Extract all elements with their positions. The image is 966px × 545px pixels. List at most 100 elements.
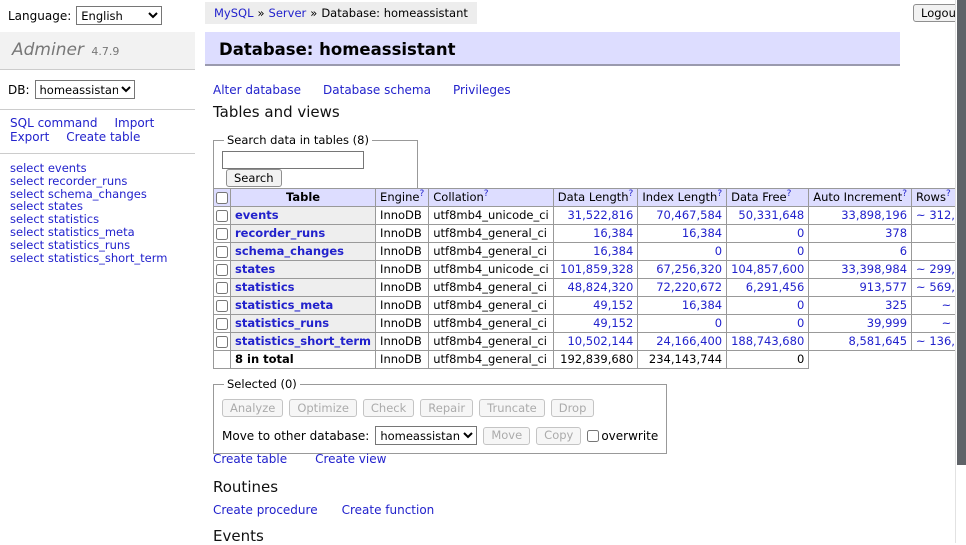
index-length-link[interactable]: 70,467,584 <box>656 208 722 222</box>
index-length-link[interactable]: 67,256,320 <box>656 262 722 276</box>
engine-cell: InnoDB <box>376 225 429 243</box>
create-link[interactable]: Create view <box>315 452 386 466</box>
data-length-link[interactable]: 31,522,816 <box>567 208 633 222</box>
vertical-scrollbar[interactable] <box>955 0 966 543</box>
row-checkbox[interactable] <box>216 264 228 276</box>
row-checkbox-cell <box>214 297 231 315</box>
data-free-link[interactable]: 0 <box>797 244 804 258</box>
index-length-link[interactable]: 0 <box>715 316 722 330</box>
help-link[interactable]: ? <box>946 189 951 199</box>
auto-increment-link[interactable]: 6 <box>900 244 907 258</box>
auto-increment-link[interactable]: 39,999 <box>867 316 907 330</box>
index-length-link[interactable]: 16,384 <box>682 226 722 240</box>
create-link[interactable]: Create table <box>213 452 287 466</box>
breadcrumb-item[interactable]: MySQL <box>214 6 254 20</box>
data-length-link[interactable]: 101,859,328 <box>560 262 633 276</box>
sidebar-select-link[interactable]: select events <box>10 162 185 175</box>
overwrite-checkbox[interactable] <box>587 430 599 442</box>
auto-increment-link[interactable]: 378 <box>885 226 907 240</box>
db-select[interactable]: homeassistant <box>35 80 135 99</box>
data-length-link[interactable]: 49,152 <box>593 316 633 330</box>
data-free-link[interactable]: 0 <box>797 316 804 330</box>
help-link[interactable]: ? <box>629 189 634 199</box>
collation-cell: utf8mb4_general_ci <box>429 333 554 351</box>
analyze-button[interactable]: Analyze <box>222 399 283 417</box>
auto-increment-link[interactable]: 33,398,984 <box>841 262 907 276</box>
db-action-link[interactable]: Alter database <box>213 83 301 97</box>
help-link[interactable]: ? <box>484 189 489 199</box>
sidebar-select-link[interactable]: select statistics_meta <box>10 226 185 239</box>
table-name-link[interactable]: statistics <box>235 280 295 294</box>
index-length-link[interactable]: 0 <box>715 244 722 258</box>
auto-increment-link[interactable]: 913,577 <box>859 280 907 294</box>
check-all-checkbox[interactable] <box>216 192 228 204</box>
row-checkbox[interactable] <box>216 210 228 222</box>
routine-link[interactable]: Create function <box>342 503 435 517</box>
row-checkbox[interactable] <box>216 282 228 294</box>
sidebar-action-link[interactable]: Import <box>114 117 154 130</box>
table-name-link[interactable]: states <box>235 262 275 276</box>
db-action-link[interactable]: Database schema <box>323 83 431 97</box>
move-button[interactable]: Move <box>483 427 530 445</box>
sidebar-select-link[interactable]: select statistics_runs <box>10 239 185 252</box>
table-name-link[interactable]: events <box>235 208 279 222</box>
data-free-link[interactable]: 104,857,600 <box>731 262 804 276</box>
total-data-length: 192,839,680 <box>553 351 638 369</box>
data-free-link[interactable]: 188,743,680 <box>731 334 804 348</box>
data-free-link[interactable]: 6,291,456 <box>746 280 805 294</box>
move-db-select[interactable]: homeassistant <box>375 426 477 445</box>
table-name-link[interactable]: recorder_runs <box>235 226 325 240</box>
data-length-link[interactable]: 16,384 <box>593 226 633 240</box>
table-name-link[interactable]: statistics_short_term <box>235 334 371 348</box>
sidebar-action-link[interactable]: Export <box>10 131 49 144</box>
data-free-link[interactable]: 0 <box>797 298 804 312</box>
index-length-link[interactable]: 16,384 <box>682 298 722 312</box>
copy-button[interactable]: Copy <box>536 427 581 445</box>
scrollbar-thumb[interactable] <box>957 0 966 465</box>
row-checkbox[interactable] <box>216 246 228 258</box>
row-checkbox-cell <box>214 243 231 261</box>
breadcrumb-item[interactable]: Server <box>269 6 307 20</box>
drop-button[interactable]: Drop <box>551 399 595 417</box>
language-select[interactable]: English <box>76 6 162 25</box>
brand-name: Adminer <box>12 40 84 60</box>
help-link[interactable]: ? <box>787 189 792 199</box>
row-checkbox[interactable] <box>216 318 228 330</box>
table-row: eventsInnoDButf8mb4_unicode_ci31,522,816… <box>214 207 966 225</box>
data-free-link[interactable]: 50,331,648 <box>738 208 804 222</box>
data-length-link[interactable]: 10,502,144 <box>567 334 633 348</box>
data-length-link[interactable]: 49,152 <box>593 298 633 312</box>
index-length-link[interactable]: 72,220,672 <box>656 280 722 294</box>
table-name-link[interactable]: statistics_meta <box>235 298 333 312</box>
auto-increment-link[interactable]: 325 <box>885 298 907 312</box>
table-name-link[interactable]: statistics_runs <box>235 316 329 330</box>
db-action-link[interactable]: Privileges <box>453 83 511 97</box>
data-free-link[interactable]: 0 <box>797 226 804 240</box>
row-checkbox[interactable] <box>216 336 228 348</box>
sidebar-action-link[interactable]: SQL command <box>10 117 97 130</box>
routines-heading: Routines <box>213 478 278 496</box>
help-link[interactable]: ? <box>419 189 424 199</box>
truncate-button[interactable]: Truncate <box>479 399 545 417</box>
check-button[interactable]: Check <box>363 399 414 417</box>
routine-link[interactable]: Create procedure <box>213 503 318 517</box>
sidebar-select-link[interactable]: select statistics_short_term <box>10 252 185 265</box>
sidebar-action-link[interactable]: Create table <box>66 131 140 144</box>
index-length-link[interactable]: 24,166,400 <box>656 334 722 348</box>
auto-increment-link[interactable]: 8,581,645 <box>849 334 908 348</box>
help-link[interactable]: ? <box>902 189 907 199</box>
search-input[interactable] <box>222 151 364 169</box>
optimize-button[interactable]: Optimize <box>289 399 357 417</box>
help-link[interactable]: ? <box>717 189 722 199</box>
engine-cell: InnoDB <box>376 333 429 351</box>
repair-button[interactable]: Repair <box>420 399 473 417</box>
data-length-link[interactable]: 16,384 <box>593 244 633 258</box>
search-button[interactable]: Search <box>226 169 282 187</box>
data-length-link[interactable]: 48,824,320 <box>567 280 633 294</box>
tables-heading: Tables and views <box>213 103 340 121</box>
table-name-link[interactable]: schema_changes <box>235 244 344 258</box>
row-checkbox[interactable] <box>216 300 228 312</box>
sidebar-select-link[interactable]: select recorder_runs <box>10 175 185 188</box>
row-checkbox[interactable] <box>216 228 228 240</box>
auto-increment-link[interactable]: 33,898,196 <box>841 208 907 222</box>
